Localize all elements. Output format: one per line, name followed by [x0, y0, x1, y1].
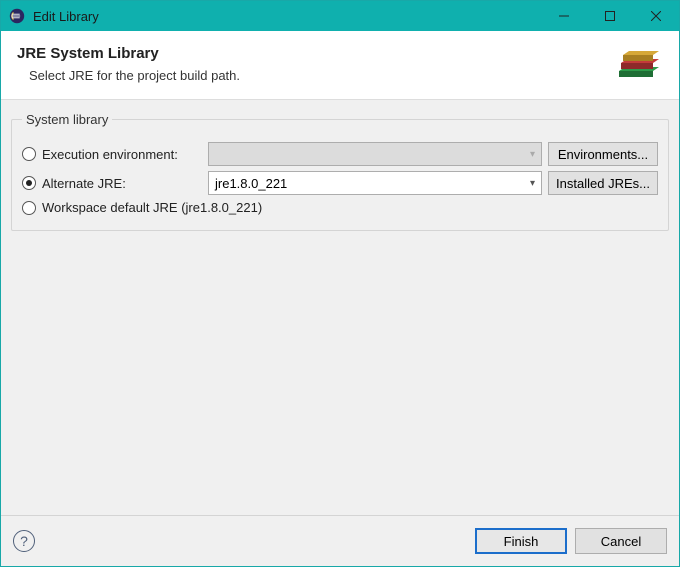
alternate-jre-row: Alternate JRE: jre1.8.0_221 ▾ Installed … [22, 171, 658, 195]
workspace-default-row: Workspace default JRE (jre1.8.0_221) [22, 200, 658, 215]
dialog-header: JRE System Library Select JRE for the pr… [1, 31, 679, 100]
minimize-button[interactable] [541, 1, 587, 31]
cancel-button[interactable]: Cancel [575, 528, 667, 554]
titlebar: Edit Library [1, 1, 679, 31]
exec-env-combo[interactable]: ▾ [208, 142, 542, 166]
window-title: Edit Library [33, 9, 541, 24]
exec-env-label: Execution environment: [42, 147, 178, 162]
dialog-content: System library Execution environment: ▾ … [1, 100, 679, 515]
installed-jres-button[interactable]: Installed JREs... [548, 171, 658, 195]
exec-env-row: Execution environment: ▾ Environments... [22, 142, 658, 166]
radio-icon [22, 201, 36, 215]
radio-icon [22, 176, 36, 190]
exec-env-radio[interactable]: Execution environment: [22, 147, 202, 162]
help-icon[interactable]: ? [13, 530, 35, 552]
alternate-jre-combo[interactable]: jre1.8.0_221 ▾ [208, 171, 542, 195]
page-title: JRE System Library [17, 45, 615, 62]
alternate-jre-value: jre1.8.0_221 [215, 176, 287, 191]
workspace-default-radio[interactable]: Workspace default JRE (jre1.8.0_221) [22, 200, 262, 215]
group-legend: System library [22, 112, 112, 127]
alternate-jre-radio[interactable]: Alternate JRE: [22, 176, 202, 191]
chevron-down-icon: ▾ [530, 149, 535, 160]
maximize-button[interactable] [587, 1, 633, 31]
system-library-group: System library Execution environment: ▾ … [11, 112, 669, 231]
radio-icon [22, 147, 36, 161]
workspace-default-label: Workspace default JRE (jre1.8.0_221) [42, 200, 262, 215]
alternate-jre-label: Alternate JRE: [42, 176, 126, 191]
close-button[interactable] [633, 1, 679, 31]
page-subtitle: Select JRE for the project build path. [29, 68, 615, 83]
eclipse-icon [7, 6, 27, 26]
finish-button[interactable]: Finish [475, 528, 567, 554]
dialog-footer: ? Finish Cancel [1, 516, 679, 566]
chevron-down-icon: ▾ [530, 178, 535, 189]
environments-button[interactable]: Environments... [548, 142, 658, 166]
library-icon [615, 41, 663, 83]
